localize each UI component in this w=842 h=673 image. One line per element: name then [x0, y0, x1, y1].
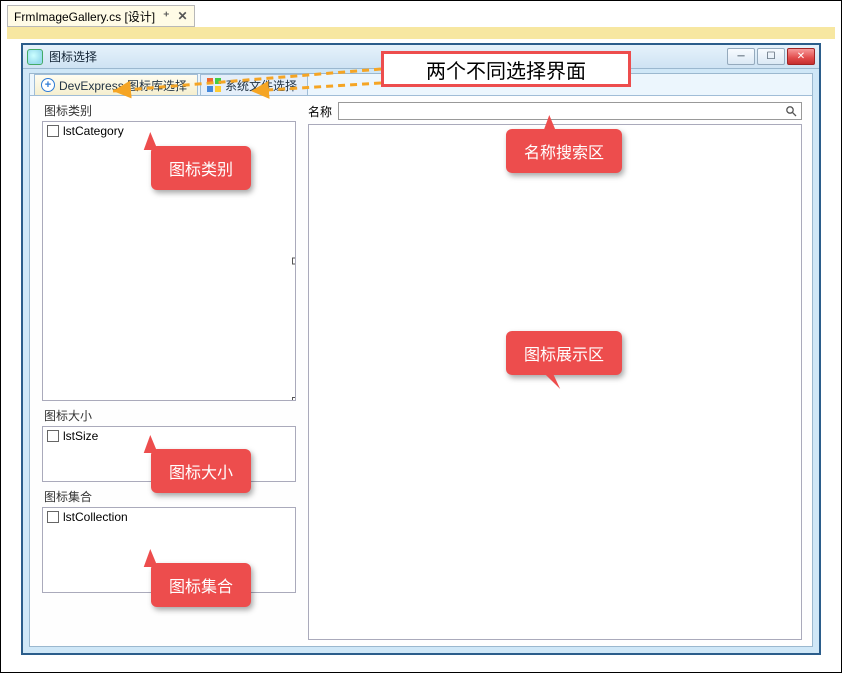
vs-document-filename: FrmImageGallery.cs [设计] — [14, 8, 155, 25]
annotation-callout-category: 图标类别 — [151, 146, 251, 190]
app-icon — [27, 49, 43, 65]
vs-tab-strip-background — [7, 27, 835, 39]
maximize-button[interactable]: ☐ — [757, 48, 785, 65]
resize-handle-icon[interactable] — [292, 258, 296, 265]
list-item[interactable]: lstCategory — [43, 122, 295, 140]
search-icon[interactable] — [785, 105, 797, 117]
resize-handle-icon[interactable] — [292, 397, 296, 401]
devexpress-icon: + — [41, 78, 55, 92]
list-item-label: lstSize — [63, 429, 98, 443]
list-item-label: lstCollection — [63, 510, 128, 524]
list-item[interactable]: lstCollection — [43, 508, 295, 526]
search-input-wrapper — [338, 102, 802, 120]
minimize-button[interactable]: ─ — [727, 48, 755, 65]
checkbox-icon[interactable] — [47, 430, 59, 442]
pin-icon[interactable]: ⁺ — [163, 9, 169, 23]
checkbox-icon[interactable] — [47, 125, 59, 137]
checkbox-icon[interactable] — [47, 511, 59, 523]
close-icon[interactable]: ✕ — [177, 9, 187, 23]
group-label-category: 图标类别 — [44, 102, 296, 119]
list-item-label: lstCategory — [63, 124, 124, 138]
form-designer-window: 图标选择 ─ ☐ ✕ + DevExpress 图标库选择 系统文件选择 图标类… — [21, 43, 821, 655]
annotation-callout-search: 名称搜索区 — [506, 129, 622, 173]
annotation-two-pages: 两个不同选择界面 — [381, 51, 631, 87]
window-title: 图标选择 — [49, 48, 97, 65]
group-label-size: 图标大小 — [44, 407, 296, 424]
annotation-callout-gallery: 图标展示区 — [506, 331, 622, 375]
list-item[interactable]: lstSize — [43, 427, 295, 445]
annotation-arrow-icon — [101, 61, 391, 101]
annotation-callout-collection: 图标集合 — [151, 563, 251, 607]
close-button[interactable]: ✕ — [787, 48, 815, 65]
annotation-callout-size: 图标大小 — [151, 449, 251, 493]
search-label: 名称 — [308, 103, 332, 120]
search-input[interactable] — [343, 103, 797, 119]
vs-document-tab: FrmImageGallery.cs [设计] ⁺ ✕ — [7, 5, 195, 27]
